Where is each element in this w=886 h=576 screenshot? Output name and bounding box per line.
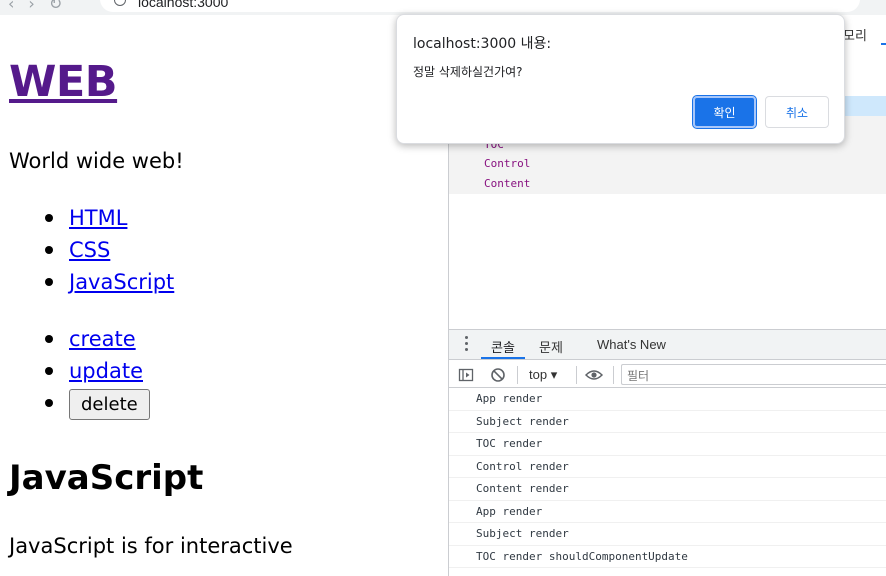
page-title: WEB	[9, 57, 118, 107]
content-title: JavaScript	[9, 458, 204, 498]
console-message: Subject render	[449, 411, 886, 433]
tab-active-indicator	[881, 43, 886, 45]
reload-icon[interactable]: ↻	[49, 0, 62, 13]
tab-active-indicator	[481, 357, 525, 359]
control-list: create update delete	[9, 323, 150, 420]
page-tagline: World wide web!	[9, 149, 184, 173]
filter-input[interactable]	[622, 366, 886, 386]
toc-item: HTML	[9, 202, 174, 234]
back-icon[interactable]: ‹	[8, 0, 14, 13]
toc-link-html[interactable]: HTML	[69, 206, 127, 230]
toc-item: JavaScript	[9, 266, 174, 298]
control-item: update	[9, 355, 150, 387]
console-message: Control render	[449, 456, 886, 478]
delete-button[interactable]: delete	[69, 388, 150, 420]
update-link[interactable]: update	[69, 359, 143, 383]
ok-button[interactable]: 확인	[692, 95, 757, 129]
forward-icon[interactable]: ›	[28, 0, 34, 13]
confirm-dialog: localhost:3000 내용: 정말 삭제하실건가여? 확인 취소	[396, 14, 845, 144]
tab-console[interactable]: 콘솔	[491, 337, 515, 356]
url-text[interactable]: localhost:3000	[138, 0, 228, 10]
tree-node-content[interactable]: Content	[484, 177, 530, 190]
dialog-title: localhost:3000 내용:	[413, 36, 552, 52]
context-label: top	[529, 367, 548, 382]
tab-issues[interactable]: 문제	[539, 337, 563, 356]
nav-buttons: ‹ › ↻	[8, 0, 76, 13]
toc-link-css[interactable]: CSS	[69, 238, 110, 262]
drawer-tabbar: 콘솔 문제 What's New	[449, 330, 886, 360]
create-link[interactable]: create	[69, 327, 136, 351]
console-message: TOC render shouldComponentUpdate	[449, 546, 886, 568]
context-selector[interactable]: top ▾	[529, 367, 557, 383]
toolbar-separator	[576, 366, 577, 384]
web-page: WEB World wide web! HTML CSS JavaScript …	[0, 15, 448, 576]
toc-link-javascript[interactable]: JavaScript	[69, 270, 174, 294]
more-options-icon[interactable]	[465, 336, 468, 354]
tree-node-control[interactable]: Control	[484, 157, 530, 170]
tab-whats-new[interactable]: What's New	[597, 337, 666, 352]
address-bar[interactable]: localhost:3000	[100, 0, 860, 12]
console-message: Content render	[449, 478, 886, 501]
content-description: JavaScript is for interactive	[9, 534, 293, 558]
page-title-link[interactable]: WEB	[9, 57, 118, 107]
console-filter[interactable]	[621, 364, 886, 386]
info-icon[interactable]	[114, 0, 126, 6]
console-log: App render Subject render TOC render Con…	[449, 388, 886, 568]
eye-icon[interactable]	[585, 367, 603, 383]
console-message: App render	[449, 501, 886, 523]
console-message: TOC render	[449, 433, 886, 456]
console-message: Subject render	[449, 523, 886, 546]
console-toolbar: top ▾	[449, 361, 886, 388]
dropdown-triangle-icon: ▾	[550, 367, 558, 382]
cancel-button[interactable]: 취소	[765, 96, 829, 128]
console-message: App render	[449, 388, 886, 411]
toolbar-separator	[517, 366, 518, 384]
toc-item: CSS	[9, 234, 174, 266]
browser-toolbar: ‹ › ↻ localhost:3000	[0, 0, 886, 15]
clear-console-icon[interactable]	[490, 367, 506, 383]
toolbar-separator	[613, 366, 614, 384]
sidebar-toggle-icon[interactable]	[458, 367, 474, 383]
control-item: create	[9, 323, 150, 355]
control-item: delete	[9, 387, 150, 420]
tab-memory[interactable]: 모리	[843, 25, 867, 44]
dialog-message: 정말 삭제하실건가여?	[413, 65, 523, 79]
toc-list: HTML CSS JavaScript	[9, 202, 174, 298]
